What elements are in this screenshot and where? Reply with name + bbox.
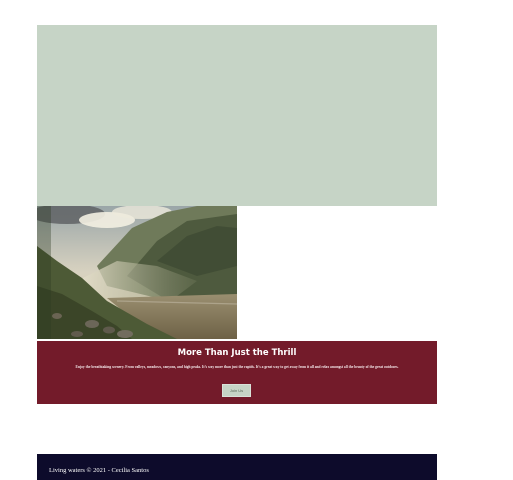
promo-section: More Than Just the Thrill Enjoy the brea… <box>37 341 437 404</box>
footer: Living waters © 2021 - Cecilia Santos <box>37 454 437 480</box>
footer-copyright: Living waters © 2021 - Cecilia Santos <box>49 467 149 474</box>
promo-description: Enjoy the breathtaking scenery. From val… <box>75 365 399 369</box>
mountain-valley-photo <box>37 206 237 339</box>
hero-block <box>37 25 437 206</box>
join-us-button[interactable]: Join Us <box>222 384 251 397</box>
promo-title: More Than Just the Thrill <box>177 348 297 358</box>
mountain-valley-image <box>37 206 237 339</box>
